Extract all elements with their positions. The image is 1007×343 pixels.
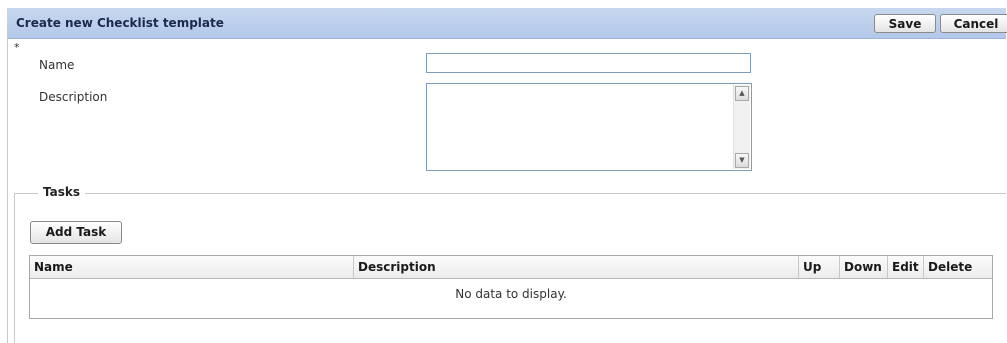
column-header-edit[interactable]: Edit — [888, 256, 924, 278]
column-header-down[interactable]: Down — [840, 256, 888, 278]
checklist-template-form: Create new Checklist template Save Cance… — [0, 0, 1007, 343]
column-header-name[interactable]: Name — [30, 256, 354, 278]
column-header-description[interactable]: Description — [354, 256, 799, 278]
tasks-grid-header: Name Description Up Down Edit Delete — [30, 256, 992, 279]
form-title: Create new Checklist template — [16, 16, 224, 30]
add-task-button[interactable]: Add Task — [30, 221, 122, 244]
description-label: Description — [39, 90, 108, 104]
description-textarea[interactable]: ▲ ▼ — [426, 83, 752, 171]
column-header-delete[interactable]: Delete — [924, 256, 992, 278]
form-header: Create new Checklist template Save Cance… — [7, 8, 1007, 39]
save-button[interactable]: Save — [874, 14, 936, 33]
cancel-button[interactable]: Cancel — [940, 14, 1007, 33]
empty-grid-message: No data to display. — [455, 287, 567, 301]
column-header-up[interactable]: Up — [799, 256, 840, 278]
name-label: Name — [39, 58, 75, 72]
tasks-grid: Name Description Up Down Edit Delete No … — [29, 255, 993, 319]
left-border — [7, 38, 8, 343]
name-input[interactable] — [426, 53, 751, 73]
description-scrollbar[interactable]: ▲ ▼ — [733, 85, 750, 169]
tasks-legend: Tasks — [38, 185, 86, 199]
required-marker: * — [14, 41, 20, 54]
scroll-up-arrow-icon[interactable]: ▲ — [735, 86, 749, 101]
scroll-down-arrow-icon[interactable]: ▼ — [735, 153, 749, 168]
